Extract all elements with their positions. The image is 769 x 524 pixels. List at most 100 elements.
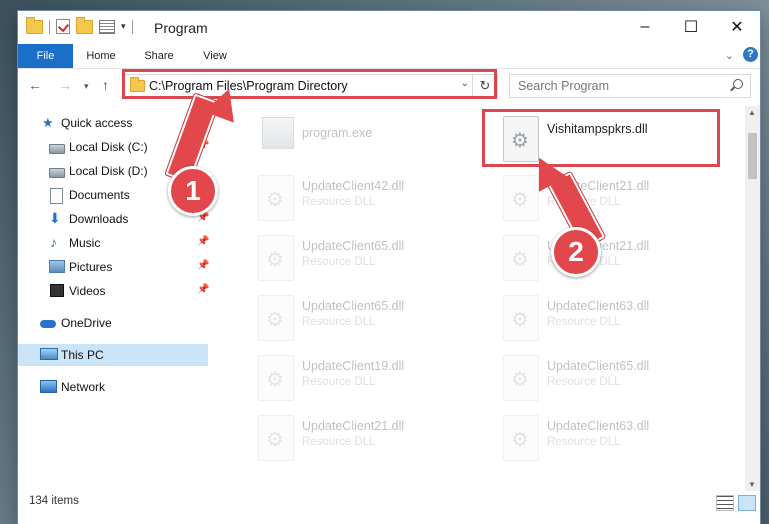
sidebar-item-onedrive[interactable]: OneDrive — [18, 312, 208, 334]
file-item[interactable]: UpdateClient21.dll Resource DLL — [240, 412, 480, 468]
file-item[interactable]: program.exe — [240, 114, 480, 170]
star-icon: ★ — [42, 115, 54, 130]
exe-file-icon — [262, 117, 294, 149]
scrollbar-thumb[interactable] — [748, 133, 757, 179]
file-type: Resource DLL — [302, 316, 376, 328]
recent-locations-chevron-icon[interactable]: ▾ — [84, 81, 89, 92]
tab-view[interactable]: View — [192, 44, 238, 68]
tab-file[interactable]: File — [18, 44, 73, 68]
this-pc-icon — [40, 348, 58, 360]
vertical-scrollbar[interactable]: ▲ ▼ — [745, 106, 760, 491]
dll-file-icon — [503, 355, 539, 401]
dll-file-icon — [503, 415, 539, 461]
pin-icon[interactable]: 📌 — [197, 284, 209, 295]
forward-arrow-icon[interactable]: → — [58, 77, 72, 93]
quick-access-toolbar: ▾ — [26, 16, 133, 34]
sidebar-item-label: This PC — [61, 348, 104, 362]
file-item[interactable]: UpdateClient21.dll Resource DLL — [485, 232, 725, 288]
file-name: UpdateClient21.dll — [302, 419, 405, 433]
network-icon — [40, 380, 57, 393]
sidebar-item-label: Quick access — [61, 116, 133, 130]
step-2-badge: 2 — [551, 227, 601, 277]
maximize-button[interactable]: ☐ — [668, 11, 714, 43]
file-item[interactable]: UpdateClient65.dll Resource DLL — [240, 292, 480, 348]
dll-file-icon — [258, 355, 294, 401]
dll-file-icon — [258, 235, 294, 281]
window-controls: – ☐ ✕ — [622, 11, 760, 43]
tab-share[interactable]: Share — [136, 44, 182, 68]
large-icons-view-icon[interactable] — [738, 495, 756, 511]
address-bar-highlight — [122, 69, 497, 99]
sidebar-item-label: Local Disk (C:) — [69, 140, 148, 154]
item-count: 134 items — [29, 495, 79, 507]
dll-file-icon — [258, 415, 294, 461]
documents-icon — [50, 188, 63, 204]
dll-file-icon — [503, 295, 539, 341]
file-name: UpdateClient42.dll — [302, 179, 405, 193]
sidebar-item-music[interactable]: ♪ Music 📌 — [18, 232, 209, 254]
title-bar: ▾ Program – ☐ ✕ — [18, 11, 760, 44]
sidebar-item-network[interactable]: Network — [18, 376, 208, 398]
search-placeholder: Search Program — [518, 79, 610, 93]
expand-ribbon-icon[interactable]: ⌄ — [725, 49, 734, 62]
tab-home[interactable]: Home — [78, 44, 124, 68]
file-item[interactable]: UpdateClient65.dll Resource DLL — [240, 232, 480, 288]
properties-icon[interactable] — [99, 19, 115, 34]
properties-check-icon[interactable] — [56, 19, 70, 34]
window-title: Program — [154, 20, 208, 36]
search-box[interactable]: Search Program — [509, 74, 751, 98]
sidebar-item-videos[interactable]: Videos 📌 — [18, 280, 209, 302]
chevron-down-icon[interactable]: ▾ — [121, 21, 126, 32]
close-button[interactable]: ✕ — [714, 11, 760, 43]
details-view-icon[interactable] — [716, 495, 734, 511]
up-arrow-icon[interactable]: ↑ — [102, 77, 109, 93]
file-item[interactable]: UpdateClient19.dll Resource DLL — [240, 352, 480, 408]
scroll-up-icon[interactable]: ▲ — [748, 108, 756, 117]
downloads-icon: ⬇ — [49, 210, 61, 226]
file-type: Resource DLL — [302, 376, 376, 388]
drive-icon — [49, 144, 65, 154]
file-name: UpdateClient63.dll — [547, 299, 650, 313]
toolbar-divider — [131, 19, 133, 34]
sidebar-item-label: Network — [61, 380, 106, 394]
sidebar-item-label: Music — [69, 236, 101, 250]
sidebar-item-label: Videos — [69, 284, 106, 298]
scroll-down-icon[interactable]: ▼ — [748, 480, 756, 489]
file-name: UpdateClient63.dll — [547, 419, 650, 433]
minimize-button[interactable]: – — [622, 11, 668, 43]
file-name: UpdateClient19.dll — [302, 359, 405, 373]
help-icon[interactable]: ? — [743, 47, 758, 62]
back-arrow-icon[interactable]: ← — [28, 77, 42, 93]
videos-icon — [50, 284, 64, 297]
pictures-icon — [49, 260, 65, 273]
ribbon-tabs: File Home Share View ⌄ ? — [18, 44, 760, 69]
sidebar-item-pictures[interactable]: Pictures 📌 — [18, 256, 209, 278]
file-item[interactable]: UpdateClient42.dll Resource DLL — [240, 172, 480, 228]
folder-icon — [26, 16, 43, 34]
toolbar-divider — [49, 19, 50, 34]
onedrive-icon — [40, 320, 56, 328]
file-item[interactable]: UpdateClient63.dll Resource DLL — [485, 412, 725, 468]
file-item[interactable]: UpdateClient63.dll Resource DLL — [485, 292, 725, 348]
sidebar-item-label: Pictures — [69, 260, 113, 274]
file-type: Resource DLL — [547, 436, 621, 448]
sidebar-item-label: OneDrive — [61, 316, 112, 330]
file-type: Resource DLL — [547, 316, 621, 328]
step-1-badge: 1 — [168, 166, 218, 216]
file-item[interactable]: UpdateClient21.dll Resource DLL — [485, 172, 725, 228]
music-icon: ♪ — [50, 234, 57, 250]
file-item[interactable]: UpdateClient65.dll Resource DLL — [485, 352, 725, 408]
sidebar-item-this-pc[interactable]: This PC — [18, 344, 208, 366]
dll-file-highlight — [482, 109, 720, 167]
file-name: UpdateClient65.dll — [547, 359, 650, 373]
dll-file-icon — [258, 295, 294, 341]
dll-file-icon — [503, 235, 539, 281]
file-type: Resource DLL — [547, 376, 621, 388]
sidebar-item-quick-access[interactable]: ★ Quick access — [18, 112, 208, 134]
pin-icon[interactable]: 📌 — [197, 236, 209, 247]
new-folder-icon[interactable] — [76, 16, 93, 34]
drive-icon — [49, 168, 65, 178]
search-icon[interactable] — [733, 79, 743, 89]
sidebar-item-label: Documents — [69, 188, 130, 202]
pin-icon[interactable]: 📌 — [197, 260, 209, 271]
